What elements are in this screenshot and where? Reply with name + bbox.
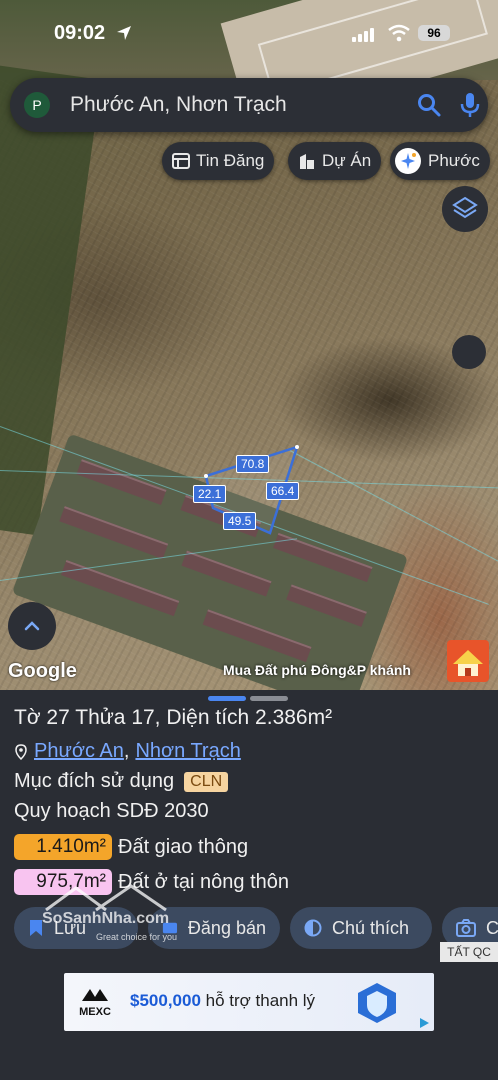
status-time: 09:02	[54, 22, 106, 44]
hide-ads-button[interactable]: TẤT QC	[440, 942, 498, 962]
house-watermark-icon	[45, 884, 167, 912]
action-label: C	[486, 917, 498, 938]
wifi-icon	[388, 24, 410, 42]
purpose-code-badge: CLN	[184, 771, 229, 792]
watermark-tagline: Great choice for you	[96, 932, 178, 942]
zone-area: 1.410m²	[14, 834, 112, 860]
adchoices-icon[interactable]	[418, 1017, 430, 1029]
land-use-purpose: Mục đích sử dụng CLN	[14, 770, 229, 793]
pager-dot-active[interactable]	[208, 696, 246, 701]
action-label: Đăng bán	[187, 917, 266, 938]
search-icon[interactable]	[416, 92, 442, 118]
zone-row: 1.410m² Đất giao thông	[14, 834, 248, 860]
plot-edge-label: 49.5	[223, 512, 257, 530]
cellular-signal-icon	[352, 26, 378, 42]
plot-edge-label: 66.4	[266, 482, 300, 500]
planning-label: Quy hoạch SDĐ 2030	[14, 800, 209, 822]
purpose-label: Mục đích sử dụng	[14, 770, 175, 792]
ad-amount: $500,000	[130, 991, 201, 1010]
sparkle-avatar-icon	[395, 148, 421, 174]
google-logo: Google	[8, 660, 77, 682]
parcel-title: Tờ 27 Thửa 17, Diện tích 2.386m²	[14, 706, 333, 729]
plot-edge-label: 22.1	[193, 485, 227, 503]
chip-tin-dang[interactable]: Tin Đăng	[162, 142, 275, 180]
sheet-pager[interactable]	[208, 696, 288, 701]
ad-text: $500,000 hỗ trợ thanh lý	[130, 991, 315, 1011]
ward-link[interactable]: Phước An	[34, 740, 124, 763]
battery-indicator: 96	[418, 25, 450, 41]
district-link[interactable]: Nhơn Trạch	[135, 740, 240, 763]
pager-dot[interactable]	[250, 696, 288, 701]
watermark-brand: SoSanhNha.com	[42, 910, 170, 927]
house-ad-icon	[453, 650, 483, 676]
ad-message: hỗ trợ thanh lý	[200, 991, 316, 1010]
search-avatar[interactable]: P	[24, 92, 50, 118]
banner-ad[interactable]: MEXC $500,000 hỗ trợ thanh lý	[64, 973, 434, 1031]
plot-edge-label: 70.8	[236, 455, 270, 473]
location-arrow-icon	[117, 26, 131, 40]
shield-cube-icon	[358, 983, 396, 1023]
layers-icon	[452, 196, 478, 219]
map-ad-thumbnail[interactable]	[447, 640, 489, 682]
chip-label: Phước	[428, 151, 480, 170]
search-query[interactable]: Phước An, Nhơn Trạch	[70, 93, 287, 117]
parcel-info-sheet[interactable]: Tờ 27 Thửa 17, Diện tích 2.386m² Phước A…	[0, 690, 498, 1080]
sosanhnha-watermark: SoSanhNha.com Great choice for you	[36, 882, 186, 946]
chip-phuoc[interactable]: Phước	[390, 142, 490, 180]
search-bar[interactable]: P Phước An, Nhơn Trạch	[10, 78, 488, 132]
chip-du-an[interactable]: Dự Án	[288, 142, 382, 180]
address-separator: ,	[123, 740, 130, 762]
parcel-address: Phước An, Nhơn Trạch	[14, 740, 241, 763]
zone-name: Đất giao thông	[118, 835, 249, 858]
map-ad-caption[interactable]: Mua Đất phú Đông&P khánh	[223, 662, 411, 678]
mexc-logo-icon	[82, 989, 108, 1001]
building-icon	[300, 154, 314, 169]
chip-label: Dự Án	[322, 151, 372, 170]
chip-label: Tin Đăng	[196, 151, 265, 170]
chevron-up-icon	[24, 621, 40, 631]
microphone-icon[interactable]	[458, 91, 482, 119]
listing-icon	[172, 153, 190, 169]
expand-sheet-button[interactable]	[8, 602, 56, 650]
status-bar: 09:02 96	[0, 0, 498, 62]
legend-button[interactable]: Chú thích	[290, 907, 432, 949]
location-pin-icon	[15, 743, 27, 760]
mexc-logo: MEXC	[78, 987, 112, 1018]
camera-icon	[456, 919, 476, 937]
contrast-icon	[304, 919, 322, 937]
mexc-brand: MEXC	[79, 1006, 111, 1018]
action-label: Chú thích	[332, 917, 410, 938]
map-layers-button[interactable]	[442, 186, 488, 232]
map-locate-button[interactable]	[452, 335, 486, 369]
